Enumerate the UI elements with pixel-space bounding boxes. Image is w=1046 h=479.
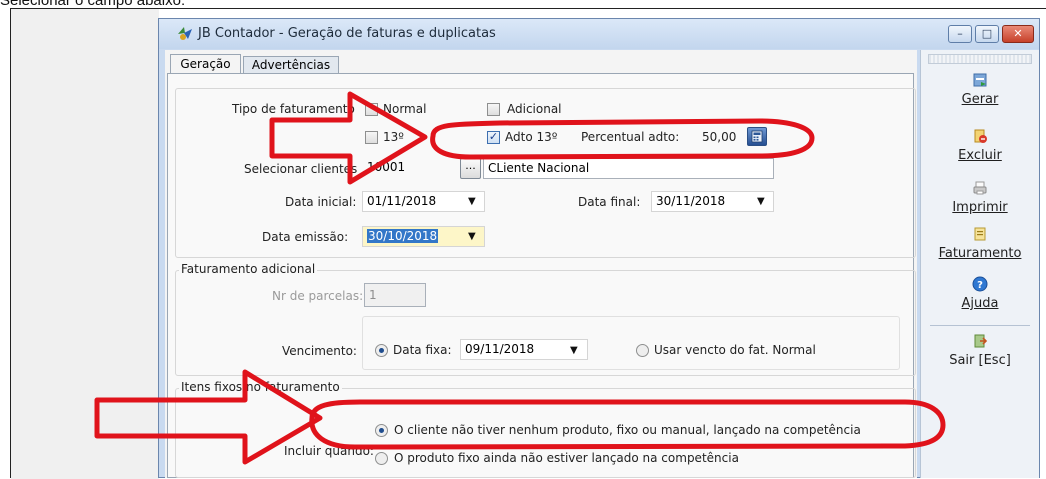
annotation-overlay	[94, 91, 946, 465]
annotation-circle-top	[430, 118, 815, 160]
annotation-arrow-top	[269, 91, 428, 185]
annotation-circle-bottom	[309, 399, 946, 450]
annotation-arrow-bottom	[94, 369, 323, 465]
